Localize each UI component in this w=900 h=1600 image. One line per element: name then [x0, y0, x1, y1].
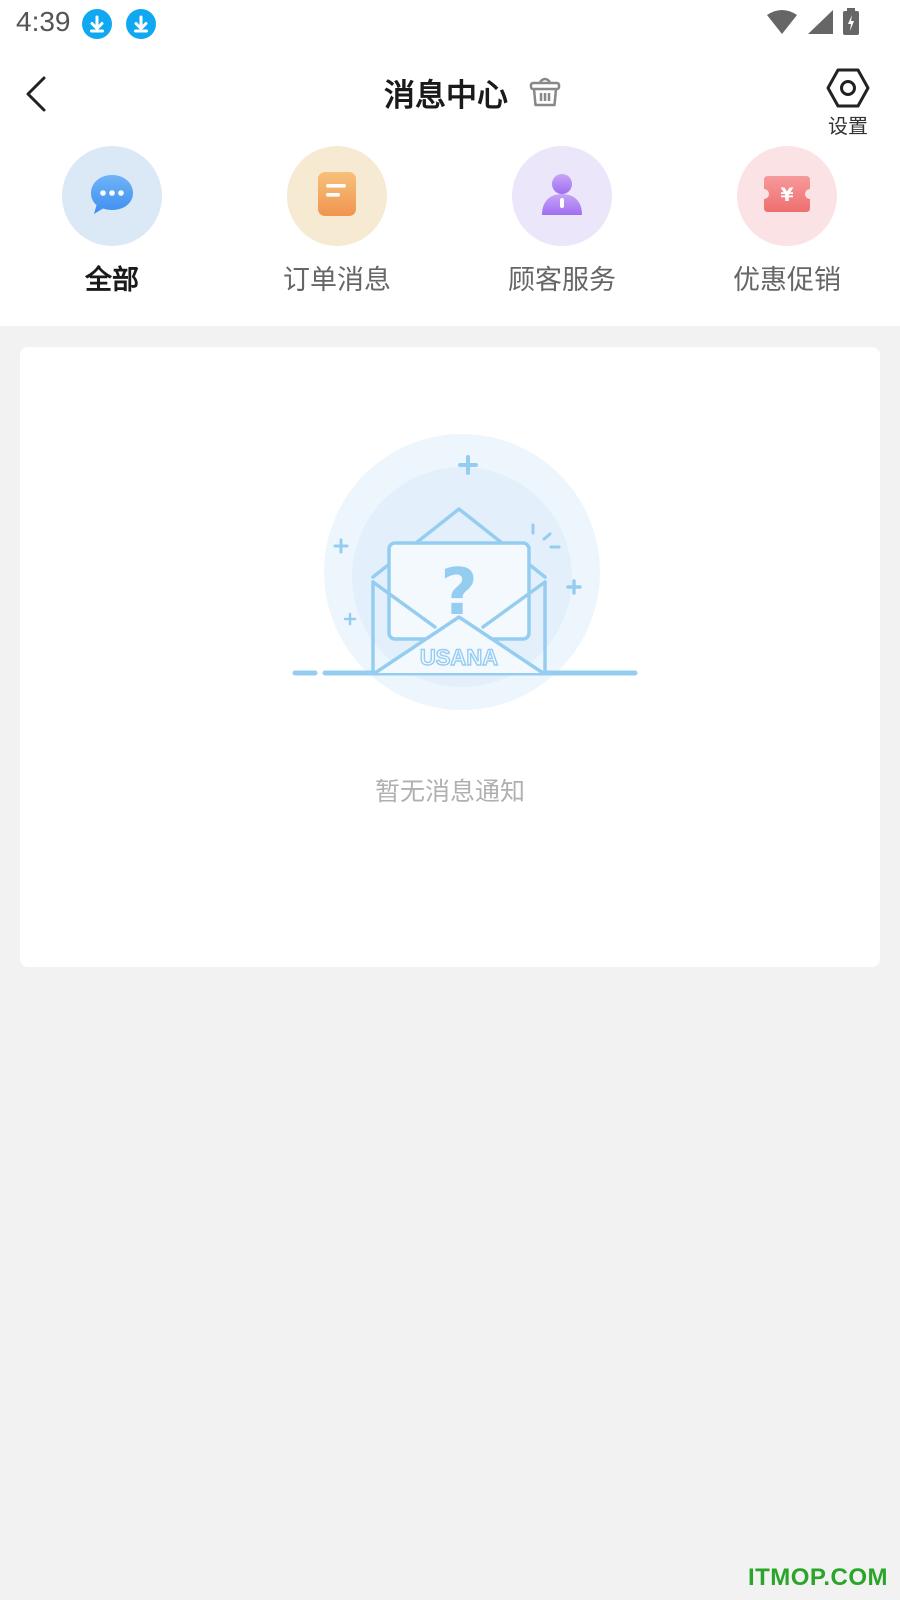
basket-icon[interactable] — [528, 74, 562, 112]
empty-mailbox-illustration: ? USANA — [292, 434, 638, 710]
download-icon — [126, 9, 156, 39]
svg-text:?: ? — [440, 556, 477, 630]
battery-icon — [842, 8, 860, 40]
signal-icon — [806, 9, 834, 39]
header: 消息中心 设置 全部 订单消息 顾客服务 ¥ 优惠促销 — [0, 48, 900, 326]
tab-promotions-icon-bg: ¥ — [737, 146, 837, 246]
tab-all-label: 全部 — [85, 265, 139, 296]
title-wrap: 消息中心 — [384, 70, 562, 115]
brand-logo: USANA — [420, 645, 498, 670]
settings-button[interactable]: 设置 — [824, 68, 872, 139]
empty-state-message: 暂无消息通知 — [374, 777, 525, 806]
ticket-icon: ¥ — [762, 174, 812, 218]
tab-orders-icon-bg — [287, 146, 387, 246]
svg-text:¥: ¥ — [780, 184, 793, 206]
tab-all[interactable]: 全部 — [12, 146, 212, 297]
wifi-icon — [766, 9, 798, 39]
page-title: 消息中心 — [384, 78, 508, 114]
tab-all-icon-bg — [62, 146, 162, 246]
user-icon — [539, 171, 585, 221]
chat-bubble-icon — [88, 172, 136, 220]
tab-orders-label: 订单消息 — [283, 265, 391, 296]
download-icon — [82, 9, 112, 39]
category-tabs: 全部 订单消息 顾客服务 ¥ 优惠促销 — [0, 146, 900, 296]
tab-customer-service-icon-bg — [512, 146, 612, 246]
status-bar: 4:39 — [0, 0, 900, 48]
back-arrow-icon[interactable] — [22, 74, 52, 114]
tab-customer-service[interactable]: 顾客服务 — [462, 146, 662, 297]
watermark: ITMOP.COM — [747, 1564, 888, 1591]
tab-promotions-label: 优惠促销 — [733, 265, 841, 296]
tab-customer-service-label: 顾客服务 — [508, 265, 616, 296]
document-icon — [316, 170, 358, 222]
settings-label: 设置 — [828, 114, 868, 138]
status-time: 4:39 — [16, 6, 71, 37]
tab-promotions[interactable]: ¥ 优惠促销 — [687, 146, 887, 297]
message-list-card: ? USANA 暂无消息通知 — [20, 347, 880, 967]
tab-orders[interactable]: 订单消息 — [237, 146, 437, 297]
